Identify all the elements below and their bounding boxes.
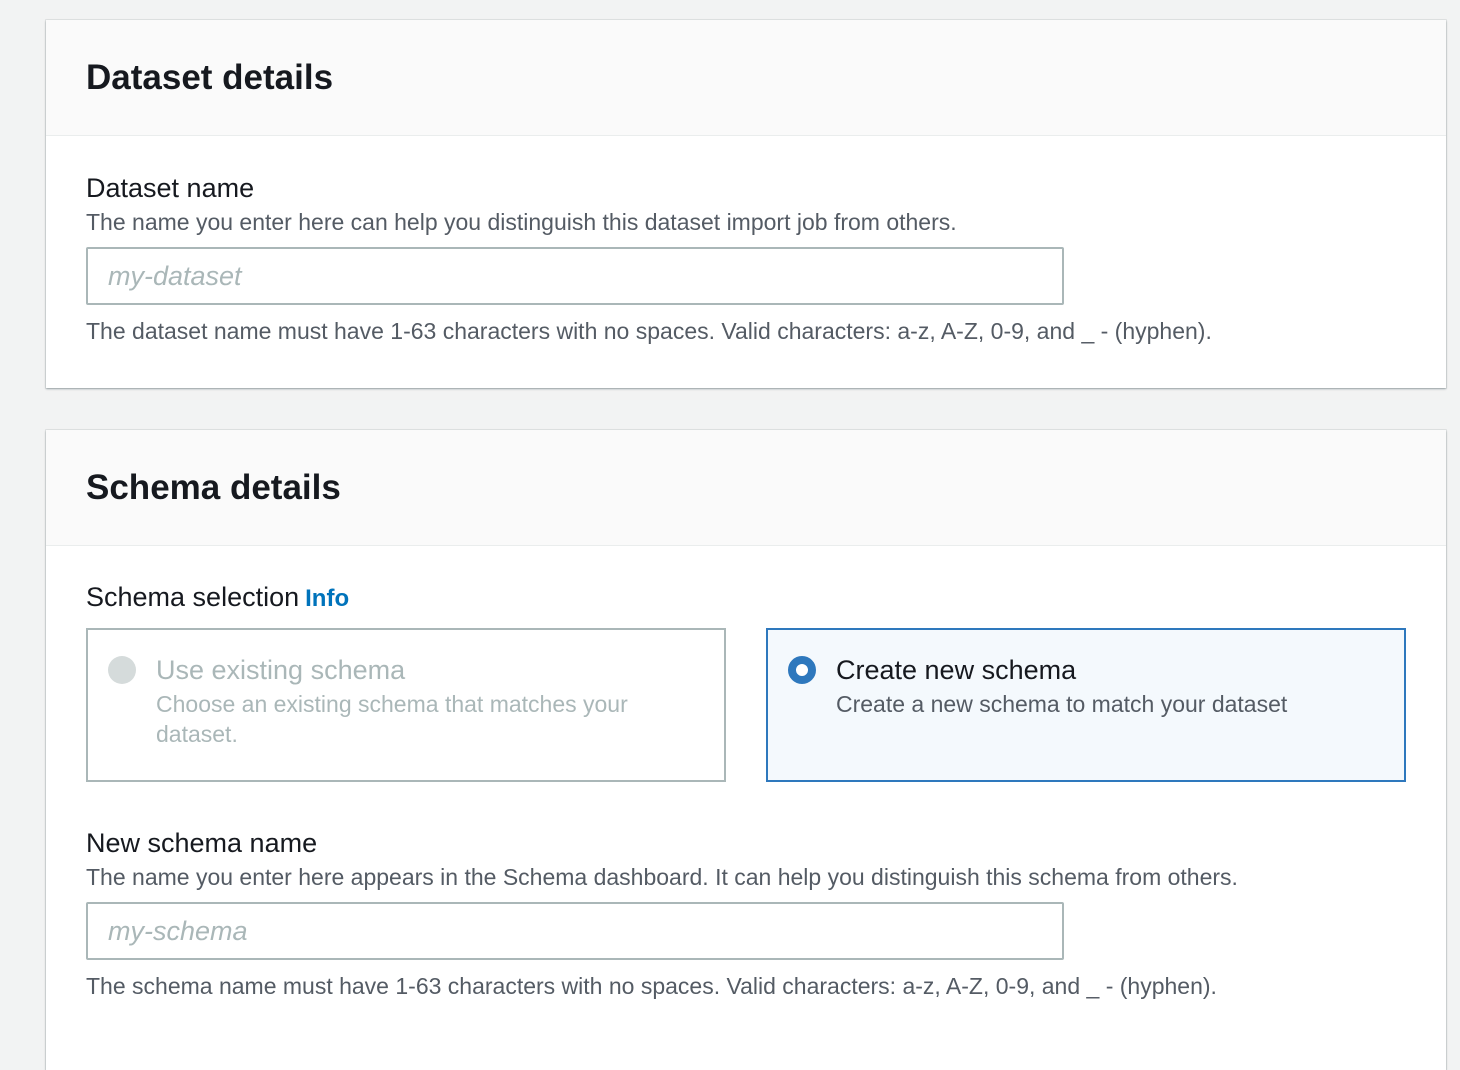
dataset-details-panel: Dataset details Dataset name The name yo… bbox=[46, 20, 1446, 388]
new-schema-name-constraint: The schema name must have 1-63 character… bbox=[86, 973, 1217, 999]
dataset-name-description: The name you enter here can help you dis… bbox=[86, 209, 957, 235]
create-new-schema-option[interactable]: Create new schema Create a new schema to… bbox=[766, 628, 1406, 782]
placeholder: my-dataset bbox=[108, 260, 242, 291]
info-link[interactable]: Info bbox=[305, 585, 349, 612]
dataset-name-constraint: The dataset name must have 1-63 characte… bbox=[86, 318, 1212, 344]
panel-title: Schema details bbox=[86, 467, 341, 507]
new-schema-name-input[interactable]: my-schema bbox=[86, 902, 1064, 960]
schema-details-panel: Schema details Schema selection Info Use … bbox=[46, 430, 1446, 1070]
use-existing-schema-option[interactable]: Use existing schema Choose an existing s… bbox=[86, 628, 726, 782]
new-schema-name-description: The name you enter here appears in the S… bbox=[86, 864, 1238, 890]
option-description: Create a new schema to match your datase… bbox=[836, 691, 1288, 717]
panel-title: Dataset details bbox=[86, 57, 334, 97]
dataset-name-label: Dataset name bbox=[86, 173, 255, 203]
placeholder: my-schema bbox=[108, 915, 248, 946]
panel-header: Schema details bbox=[46, 430, 1446, 546]
schema-selection-text: Schema selection bbox=[86, 582, 300, 612]
radio-button-disabled[interactable] bbox=[108, 656, 136, 684]
schema-radio-group: Use existing schema Choose an existing s… bbox=[86, 628, 1406, 782]
option-title: Use existing schema bbox=[156, 655, 406, 685]
option-title: Create new schema bbox=[836, 655, 1077, 685]
new-schema-name-label: New schema name bbox=[86, 828, 318, 858]
panel-header: Dataset details bbox=[46, 20, 1446, 136]
radio-button-selected[interactable] bbox=[788, 656, 816, 684]
schema-selection-label: Schema selection Info bbox=[86, 581, 1406, 615]
option-description: Choose an existing schema that matches y… bbox=[156, 691, 628, 747]
dataset-name-input[interactable]: my-dataset bbox=[86, 247, 1064, 305]
